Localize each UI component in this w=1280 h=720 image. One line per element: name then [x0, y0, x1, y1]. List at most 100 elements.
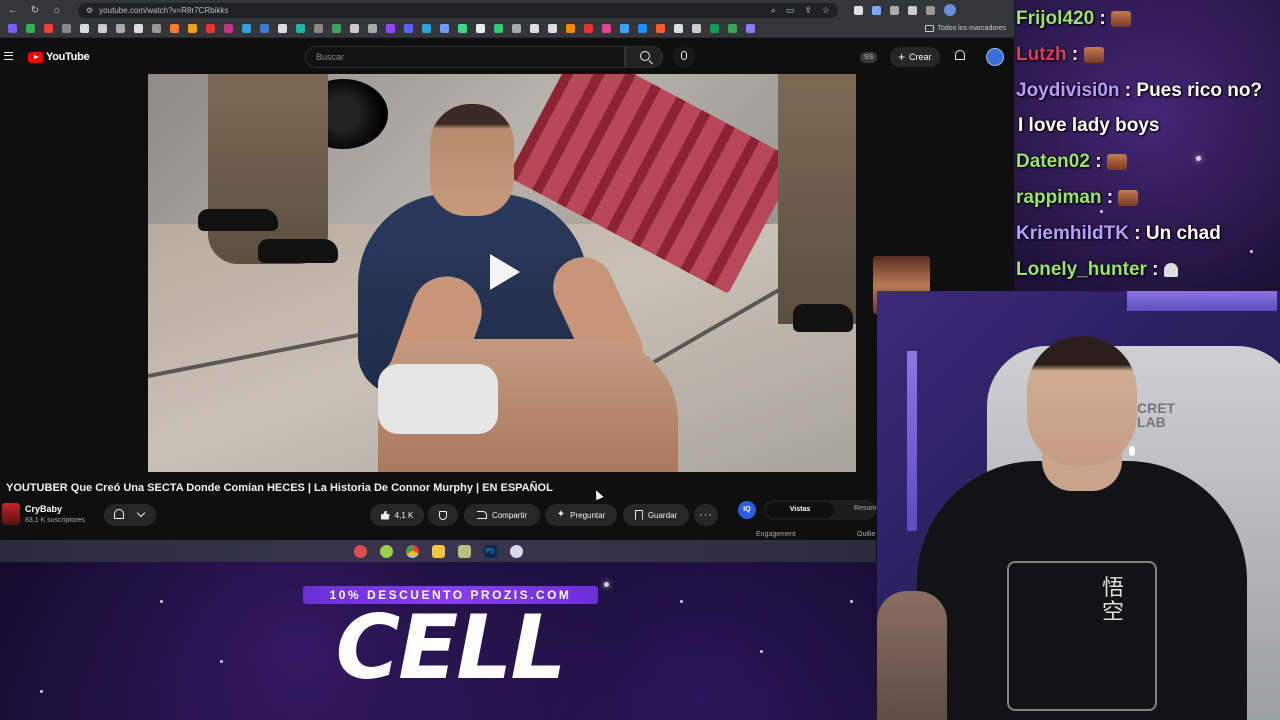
vidiq-tab-views[interactable]: Vistas [766, 502, 834, 518]
bookmark-icon[interactable] [494, 24, 503, 33]
save-button[interactable]: Guardar [623, 504, 689, 526]
youtube-logo[interactable]: YouTube [28, 51, 90, 63]
bookmark-icon[interactable] [512, 24, 521, 33]
search-button[interactable] [625, 46, 663, 68]
cast-icon[interactable]: ▭ [786, 5, 795, 16]
bookmark-icon[interactable] [152, 24, 161, 33]
bookmark-icon[interactable] [170, 24, 179, 33]
bookmark-icon[interactable] [638, 24, 647, 33]
gmail-icon[interactable] [44, 24, 53, 33]
bookmark-icon[interactable] [422, 24, 431, 33]
create-button[interactable]: + Crear [890, 47, 940, 67]
bookmark-icon[interactable] [314, 24, 323, 33]
puzzle-icon[interactable] [908, 5, 917, 15]
bookmark-icon[interactable] [242, 24, 251, 33]
bookmark-icon[interactable] [458, 24, 467, 33]
channel-name[interactable]: CryBaby [25, 504, 62, 514]
chat-username[interactable]: Lonely_hunter [1016, 259, 1147, 280]
bookmark-icon[interactable] [260, 24, 269, 33]
chat-username[interactable]: KriemhildTK [1016, 223, 1129, 244]
bookmark-icon[interactable] [692, 24, 701, 33]
obs-icon[interactable] [353, 544, 367, 558]
all-bookmarks-folder[interactable]: Todos los marcadores [924, 25, 1006, 32]
subscription-notifications-button[interactable] [104, 504, 156, 526]
bookmark-icon[interactable] [8, 24, 17, 33]
site-info-icon[interactable]: ⚙ [86, 6, 93, 15]
bookmark-icon[interactable] [332, 24, 341, 33]
bookmark-icon[interactable] [674, 24, 683, 33]
extension-icon[interactable] [872, 5, 881, 15]
notifications-button[interactable] [954, 50, 966, 62]
back-arrow-icon[interactable]: ← [6, 5, 20, 16]
chrome-icon[interactable] [405, 544, 419, 558]
more-actions-button[interactable]: ··· [694, 504, 718, 526]
bookmark-icon[interactable] [620, 24, 629, 33]
app-icon[interactable] [457, 544, 471, 558]
file-explorer-icon[interactable] [431, 544, 445, 558]
bookmark-icon[interactable] [404, 24, 413, 33]
home-icon[interactable]: ⌂ [50, 5, 64, 16]
bookmark-icon[interactable] [656, 24, 665, 33]
photoshop-icon[interactable]: Ps [483, 544, 497, 558]
bookmark-icon[interactable] [188, 24, 197, 33]
play-icon[interactable] [484, 250, 524, 296]
app-icon[interactable] [509, 544, 523, 558]
bookmark-icon[interactable] [134, 24, 143, 33]
bookmark-icon[interactable] [296, 24, 305, 33]
ask-button[interactable]: ✦ Preguntar [545, 504, 617, 526]
x-icon[interactable] [80, 24, 89, 33]
vidiq-logo[interactable]: IQ [738, 501, 756, 519]
twitch-icon[interactable] [386, 24, 395, 33]
extension-icon[interactable] [890, 5, 899, 15]
bookmark-icon[interactable] [368, 24, 377, 33]
bookmark-icon[interactable] [98, 24, 107, 33]
bookmark-star-icon[interactable]: ☆ [822, 5, 830, 16]
chat-username[interactable]: Frijol420 [1016, 8, 1094, 29]
sparkle-icon: ✦ [556, 509, 566, 520]
bookmark-icon[interactable] [530, 24, 539, 33]
menu-icon[interactable] [4, 52, 13, 60]
app-icon[interactable] [379, 544, 393, 558]
bookmark-icon[interactable] [116, 24, 125, 33]
share-page-icon[interactable]: ⇪ [804, 5, 812, 16]
bookmark-icon[interactable] [602, 24, 611, 33]
bookmark-icon[interactable] [728, 24, 737, 33]
bookmark-icon[interactable] [476, 24, 485, 33]
account-avatar[interactable] [986, 48, 1004, 66]
share-button[interactable]: Compartir [464, 504, 540, 526]
more-icon: ··· [699, 509, 713, 521]
bookmark-icon[interactable] [26, 24, 35, 33]
voice-search-button[interactable] [673, 46, 695, 68]
bookmark-icon[interactable] [548, 24, 557, 33]
folder-icon [924, 25, 934, 32]
bookmark-icon[interactable] [710, 24, 719, 33]
star [1250, 250, 1253, 253]
chat-username[interactable]: Daten02 [1016, 151, 1090, 172]
extension-icon[interactable] [854, 5, 863, 15]
vidiq-tab-summary[interactable]: Resum [854, 505, 876, 512]
bookmark-icon[interactable] [206, 24, 215, 33]
extension-badge[interactable]: SS [860, 52, 878, 63]
address-bar[interactable]: ⚙ youtube.com/watch?v=R8r7CRbikks ⌕ ▭ ⇪ … [78, 2, 838, 18]
bookmark-icon[interactable] [584, 24, 593, 33]
reload-icon[interactable]: ↻ [28, 5, 42, 16]
bookmark-icon[interactable] [278, 24, 287, 33]
video-player[interactable] [148, 74, 856, 472]
bookmark-icon[interactable] [62, 24, 71, 33]
channel-avatar[interactable] [2, 503, 20, 525]
chat-username[interactable]: Joydivisi0n [1016, 80, 1120, 101]
bookmark-icon[interactable] [746, 24, 755, 33]
chat-username[interactable]: Lutzh [1016, 44, 1067, 65]
chat-username[interactable]: rappiman [1016, 187, 1102, 208]
profile-avatar[interactable] [944, 4, 956, 16]
like-button[interactable]: 4,1 K [370, 504, 424, 526]
zoom-icon[interactable]: ⌕ [771, 5, 776, 16]
chair-text-line-2: LAB [1137, 414, 1166, 430]
tab-search-icon[interactable] [926, 5, 935, 15]
bookmark-icon[interactable] [566, 24, 575, 33]
dislike-button[interactable] [428, 504, 458, 526]
instagram-icon[interactable] [224, 24, 233, 33]
search-input[interactable]: Buscar [305, 46, 625, 68]
bookmark-icon[interactable] [440, 24, 449, 33]
bookmark-icon[interactable] [350, 24, 359, 33]
